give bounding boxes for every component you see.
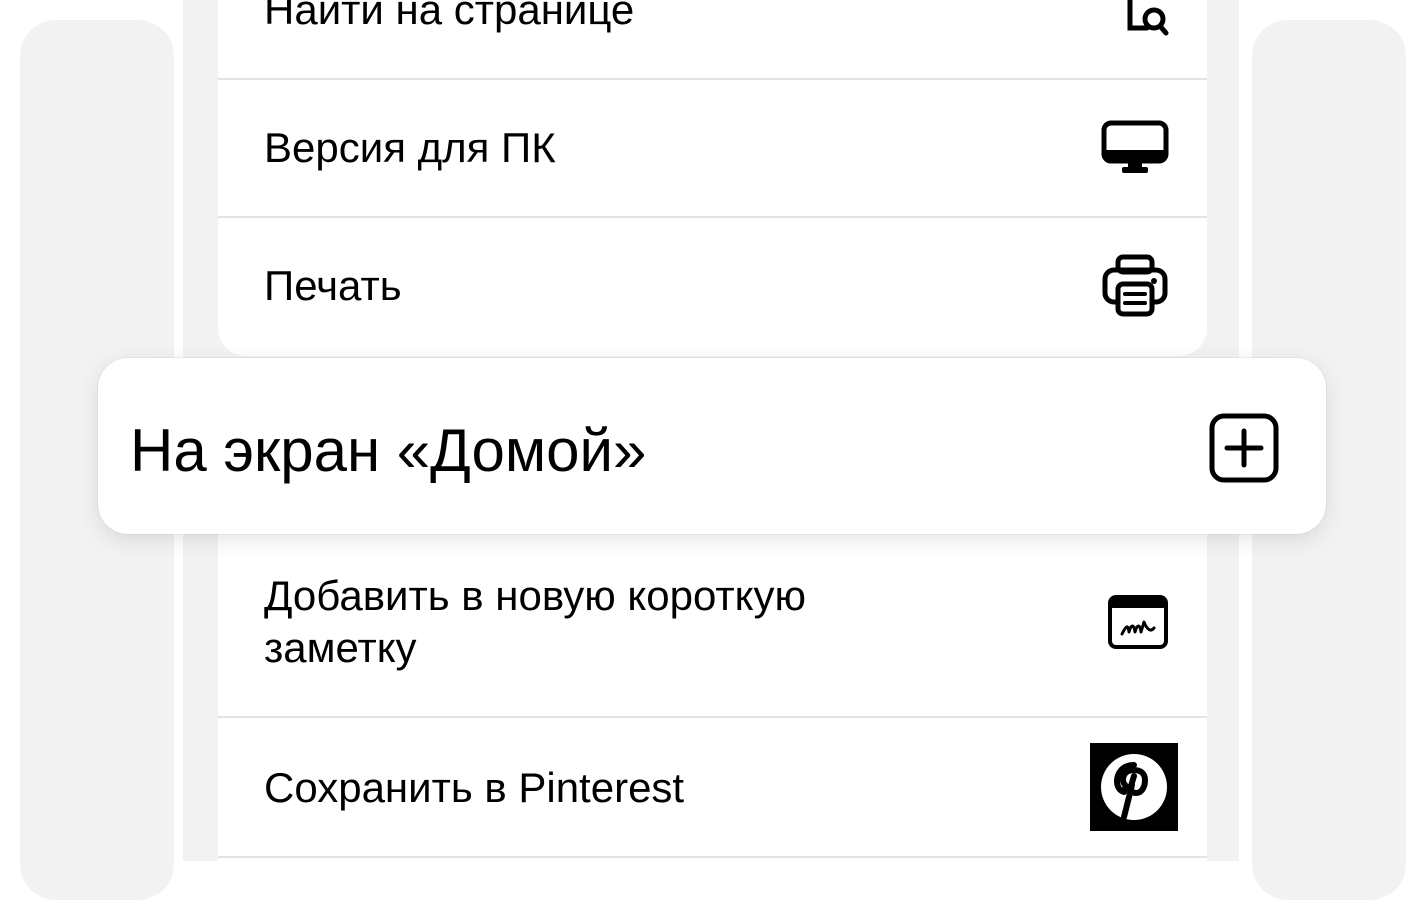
menu-item-label: Печать — [264, 262, 402, 309]
menu-item-add-quick-note[interactable]: Добавить в новую короткую заметку — [218, 520, 1207, 716]
menu-item-label: Версия для ПК — [264, 124, 556, 171]
add-square-icon — [1208, 412, 1280, 489]
menu-item-print[interactable]: Печать — [218, 218, 1207, 356]
menu-item-label: Найти на странице — [264, 0, 635, 33]
menu-item-label: На экран «Домой» — [130, 417, 647, 484]
menu-item-desktop-version[interactable]: Версия для ПК — [218, 80, 1207, 216]
quick-note-icon — [1107, 594, 1169, 655]
pinterest-icon — [1090, 743, 1178, 836]
menu-item-label: Сохранить в Pinterest — [264, 764, 685, 811]
menu-item-label-line1: Добавить в новую короткую — [264, 572, 806, 619]
action-group-top: Найти на странице Версия для ПК Печать — [218, 0, 1207, 356]
menu-item-label-line2: заметку — [264, 624, 417, 671]
desktop-icon — [1101, 120, 1169, 181]
divider — [218, 856, 1207, 858]
printer-icon — [1101, 254, 1169, 323]
find-on-page-icon — [1125, 0, 1169, 43]
menu-item-save-to-pinterest[interactable]: Сохранить в Pinterest — [218, 718, 1207, 856]
menu-item-find-on-page[interactable]: Найти на странице — [218, 0, 1207, 78]
menu-item-add-to-home-screen[interactable]: На экран «Домой» — [98, 358, 1326, 534]
action-group-bottom: Добавить в новую короткую заметку Сохран… — [218, 520, 1207, 880]
